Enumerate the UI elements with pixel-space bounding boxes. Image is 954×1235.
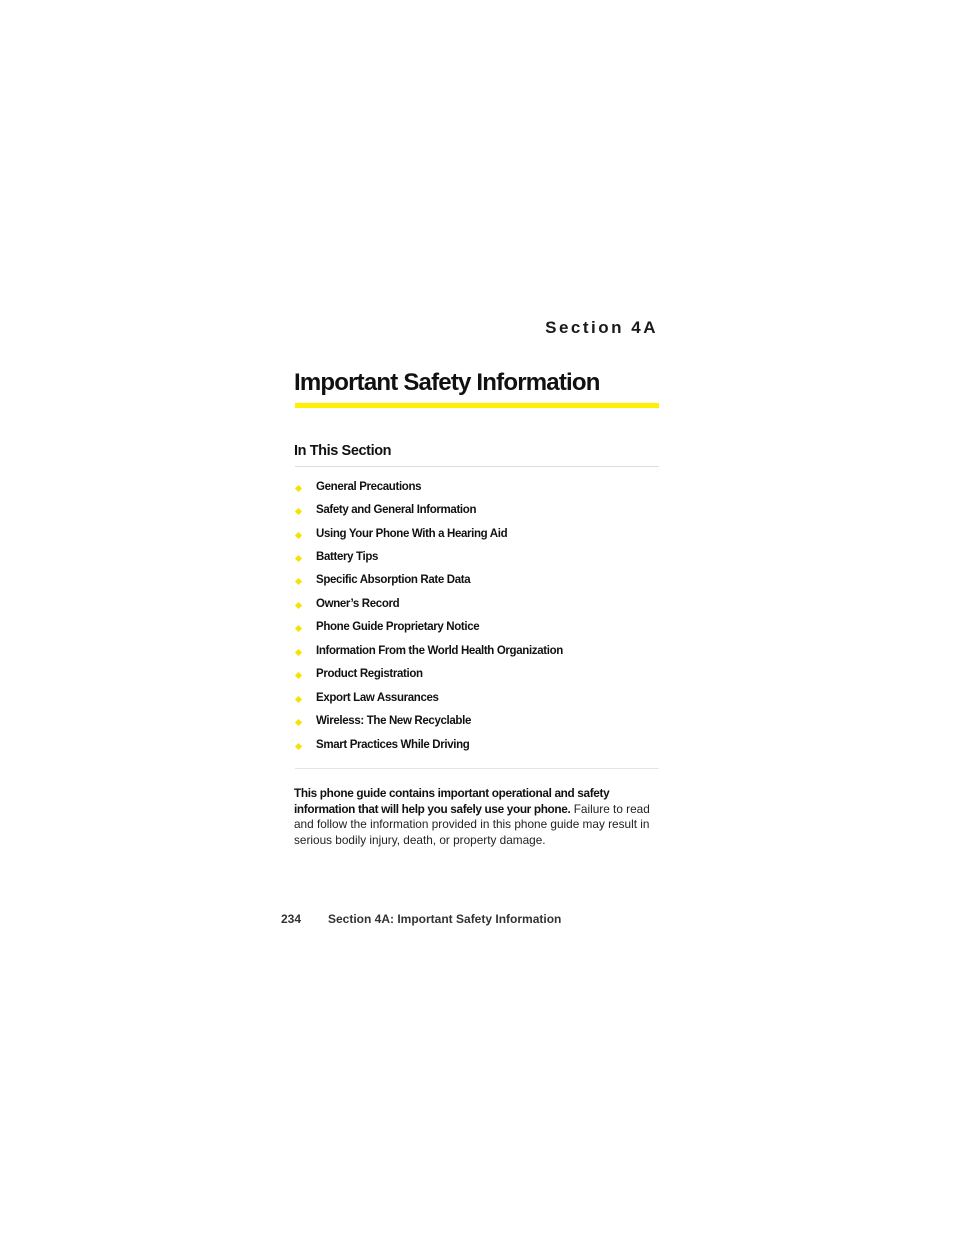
list-item-label[interactable]: Smart Practices While Driving	[316, 739, 470, 751]
diamond-bullet-icon	[294, 578, 303, 586]
in-this-section-heading: In This Section	[294, 443, 392, 459]
list-item-label[interactable]: Product Registration	[316, 668, 423, 680]
list-item[interactable]: Specific Absorption Rate Data	[294, 569, 659, 592]
list-item-label[interactable]: Export Law Assurances	[316, 692, 439, 704]
divider-bottom	[295, 768, 659, 769]
list-item-label[interactable]: Using Your Phone With a Hearing Aid	[316, 528, 508, 540]
list-item[interactable]: Safety and General Information	[294, 498, 659, 521]
list-item[interactable]: Product Registration	[294, 663, 659, 686]
diamond-bullet-icon	[294, 554, 303, 563]
diamond-bullet-icon	[294, 742, 303, 750]
list-item[interactable]: Phone Guide Proprietary Notice	[294, 616, 659, 639]
section-contents-list: General Precautions Safety and General I…	[294, 475, 659, 756]
list-item-label[interactable]: Safety and General Information	[316, 504, 476, 516]
page-number: 234	[281, 912, 302, 926]
diamond-bullet-icon	[294, 695, 303, 703]
list-item[interactable]: Export Law Assurances	[294, 686, 659, 709]
divider-top	[295, 466, 659, 467]
list-item[interactable]: Wireless: The New Recyclable	[294, 709, 659, 732]
list-item[interactable]: Owner’s Record	[294, 592, 659, 615]
list-item-label[interactable]: Information From the World Health Organi…	[316, 645, 563, 657]
list-item[interactable]: Using Your Phone With a Hearing Aid	[294, 522, 659, 545]
list-item[interactable]: Smart Practices While Driving	[294, 733, 659, 756]
list-item-label[interactable]: Owner’s Record	[316, 598, 400, 610]
diamond-bullet-icon	[294, 601, 303, 609]
list-item[interactable]: General Precautions	[294, 475, 659, 498]
list-item-label[interactable]: Specific Absorption Rate Data	[316, 574, 471, 586]
diamond-bullet-icon	[294, 719, 303, 727]
diamond-bullet-icon	[294, 484, 303, 492]
intro-bold-text: This phone guide contains important oper…	[294, 786, 610, 816]
title-underline-rule	[295, 403, 659, 408]
list-item-label[interactable]: Phone Guide Proprietary Notice	[316, 621, 480, 633]
section-label: Section 4A	[545, 318, 658, 337]
page-footer: 234 Section 4A: Important Safety Informat…	[281, 912, 561, 926]
diamond-bullet-icon	[294, 672, 303, 680]
diamond-bullet-icon	[294, 625, 303, 633]
list-item[interactable]: Battery Tips	[294, 545, 659, 568]
list-item-label[interactable]: Wireless: The New Recyclable	[316, 715, 471, 727]
page-title: Important Safety Information	[294, 369, 600, 396]
intro-paragraph: This phone guide contains important oper…	[294, 786, 664, 848]
diamond-bullet-icon	[294, 531, 303, 539]
list-item[interactable]: Information From the World Health Organi…	[294, 639, 659, 662]
list-item-label[interactable]: Battery Tips	[316, 551, 378, 563]
diamond-bullet-icon	[294, 508, 303, 516]
running-title: Section 4A: Important Safety Information	[328, 912, 562, 926]
diamond-bullet-icon	[294, 648, 303, 656]
list-item-label[interactable]: General Precautions	[316, 481, 422, 493]
